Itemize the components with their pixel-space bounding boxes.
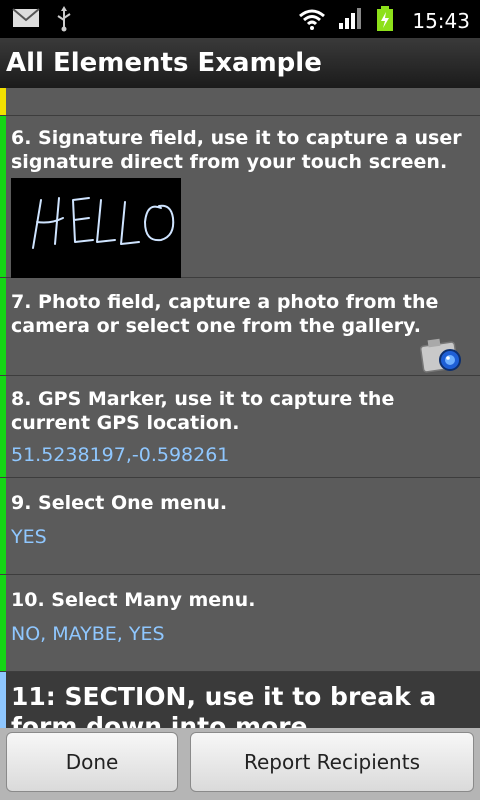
signature-field[interactable]: 6. Signature field, use it to capture a … xyxy=(0,116,480,280)
status-bar-indicator xyxy=(0,278,6,375)
camera-icon[interactable] xyxy=(419,334,466,378)
gps-value: 51.5238197,-0.598261 xyxy=(11,444,230,466)
usb-icon xyxy=(54,6,74,36)
form-list[interactable]: 6. Signature field, use it to capture a … xyxy=(0,88,480,728)
status-bar: 15:43 xyxy=(0,0,480,38)
status-bar-indicator xyxy=(0,478,6,574)
photo-field[interactable]: 7. Photo field, capture a photo from the… xyxy=(0,278,480,376)
list-item-previous[interactable] xyxy=(0,88,480,116)
wifi-icon xyxy=(298,7,326,35)
section-label: 11: SECTION, use it to break a form down… xyxy=(11,682,437,728)
gmail-icon xyxy=(12,6,40,36)
section-bar-indicator xyxy=(0,672,6,728)
status-clock: 15:43 xyxy=(412,9,470,33)
status-bar-indicator xyxy=(0,116,6,277)
select-one-label: 9. Select One menu. xyxy=(11,492,228,514)
signature-field-label: 6. Signature field, use it to capture a … xyxy=(11,127,462,173)
done-button[interactable]: Done xyxy=(6,732,178,792)
gps-marker-field[interactable]: 8. GPS Marker, use it to capture the cur… xyxy=(0,376,480,478)
select-many-value: NO, MAYBE, YES xyxy=(11,623,165,645)
battery-charging-icon xyxy=(376,6,394,36)
select-many-field[interactable]: 10. Select Many menu. NO, MAYBE, YES xyxy=(0,575,480,672)
signature-canvas[interactable] xyxy=(11,178,181,280)
section-header[interactable]: 11: SECTION, use it to break a form down… xyxy=(0,672,480,728)
report-recipients-button[interactable]: Report Recipients xyxy=(190,732,474,792)
bottom-button-bar: Done Report Recipients xyxy=(0,728,480,800)
select-one-field[interactable]: 9. Select One menu. YES xyxy=(0,478,480,575)
status-bar-indicator xyxy=(0,575,6,671)
status-bar-indicator xyxy=(0,376,6,477)
status-bar-indicator xyxy=(0,88,6,115)
select-one-value: YES xyxy=(11,526,47,548)
signal-icon xyxy=(338,7,364,35)
select-many-label: 10. Select Many menu. xyxy=(11,589,256,611)
gps-field-label: 8. GPS Marker, use it to capture the cur… xyxy=(11,388,395,434)
signature-drawing xyxy=(32,197,175,249)
photo-field-label: 7. Photo field, capture a photo from the… xyxy=(11,291,439,337)
app-title: All Elements Example xyxy=(0,38,480,88)
